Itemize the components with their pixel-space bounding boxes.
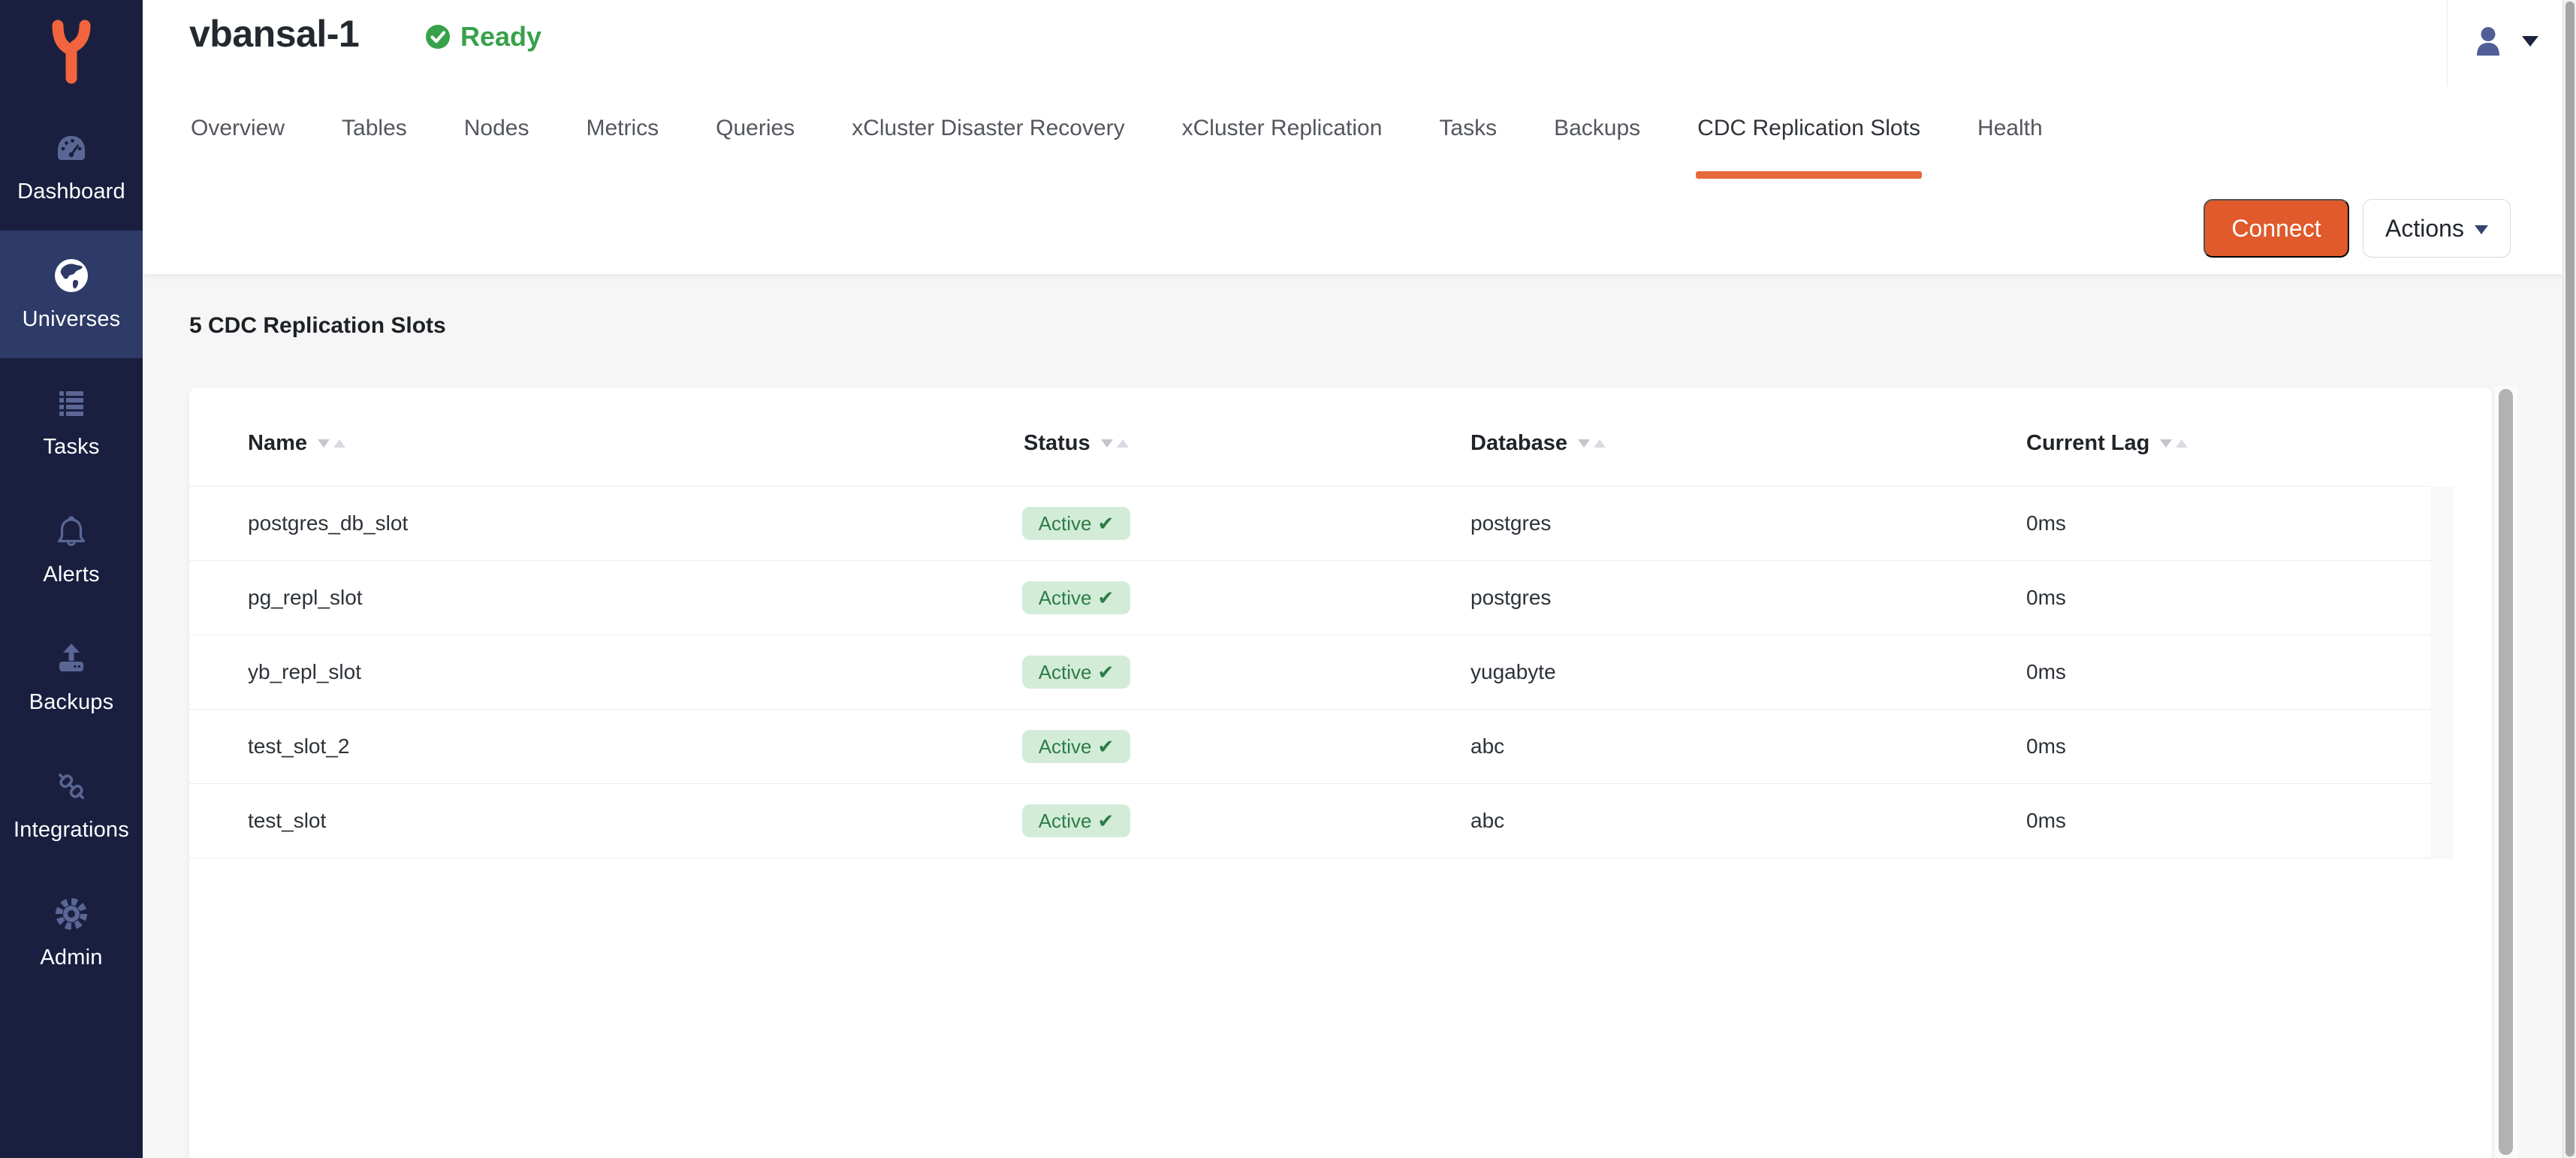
chevron-down-icon: [2475, 225, 2488, 234]
sidebar: Dashboard Universes Tasks: [0, 0, 143, 1158]
actions-button[interactable]: Actions: [2363, 199, 2511, 258]
status-badge-active: Active ✔: [1022, 656, 1130, 689]
actions-button-label: Actions: [2385, 215, 2464, 243]
sort-icon: [1101, 439, 1129, 448]
page-title: vbansal-1: [189, 12, 359, 56]
tab-queries[interactable]: Queries: [714, 111, 796, 179]
check-icon: ✔: [1098, 512, 1115, 535]
sidebar-item-label: Integrations: [14, 818, 129, 843]
check-circle-icon: [424, 23, 451, 50]
slot-name: yb_repl_slot: [248, 660, 361, 684]
sidebar-item-label: Admin: [40, 945, 102, 970]
slot-current-lag: 0ms: [2026, 809, 2066, 833]
column-header-status[interactable]: Status: [1024, 431, 1129, 456]
tab-bar: Overview Tables Nodes Metrics Queries xC…: [189, 111, 2044, 179]
task-list-icon: [53, 385, 89, 421]
sort-icon: [2160, 439, 2188, 448]
tab-health[interactable]: Health: [1976, 111, 2044, 179]
dashboard-gauge-icon: [53, 130, 89, 166]
content-area: 5 CDC Replication Slots Name Status Data…: [143, 274, 2562, 1158]
tab-xcluster-disaster-recovery[interactable]: xCluster Disaster Recovery: [850, 111, 1126, 179]
page-scrollbar-thumb[interactable]: [2565, 2, 2574, 1156]
status-badge: Ready: [424, 21, 541, 53]
content-scrollbar-thumb[interactable]: [2499, 389, 2513, 1155]
sidebar-item-admin[interactable]: Admin: [0, 869, 143, 997]
sidebar-item-label: Universes: [23, 307, 121, 332]
check-icon: ✔: [1098, 587, 1115, 610]
bell-icon: [53, 513, 89, 549]
sidebar-item-alerts[interactable]: Alerts: [0, 486, 143, 614]
tab-tables[interactable]: Tables: [340, 111, 409, 179]
sidebar-item-tasks[interactable]: Tasks: [0, 358, 143, 486]
status-badge-active: Active ✔: [1022, 581, 1130, 614]
plug-icon: [53, 768, 89, 804]
status-label: Ready: [460, 21, 541, 53]
tab-backups[interactable]: Backups: [1552, 111, 1642, 179]
user-avatar-icon: [2471, 24, 2505, 59]
tab-xcluster-replication[interactable]: xCluster Replication: [1181, 111, 1384, 179]
page-scrollbar: [2562, 0, 2576, 1158]
slot-database: abc: [1470, 734, 1504, 758]
gear-icon: [53, 896, 89, 932]
slot-database: yugabyte: [1470, 660, 1556, 684]
chevron-down-icon: [2522, 36, 2538, 47]
slot-current-lag: 0ms: [2026, 734, 2066, 758]
connect-button[interactable]: Connect: [2203, 199, 2349, 258]
table-row: test_slot_2 Active ✔ abc 0ms: [189, 710, 2431, 784]
universe-header: vbansal-1 Ready Overview Tables Nodes Me…: [143, 0, 2562, 274]
user-menu[interactable]: [2471, 15, 2553, 68]
content-scrollbar: [2495, 386, 2517, 1158]
slot-current-lag: 0ms: [2026, 660, 2066, 684]
main-area: vbansal-1 Ready Overview Tables Nodes Me…: [143, 0, 2562, 1158]
globe-icon: [53, 258, 89, 294]
table-row: test_slot Active ✔ abc 0ms: [189, 784, 2431, 858]
slot-database: postgres: [1470, 586, 1551, 610]
check-icon: ✔: [1098, 735, 1115, 758]
sidebar-item-universes[interactable]: Universes: [0, 231, 143, 358]
check-icon: ✔: [1098, 661, 1115, 684]
backup-upload-icon: [53, 641, 89, 677]
table-scrollbar-track: [2431, 487, 2454, 859]
slot-name: test_slot_2: [248, 734, 349, 758]
sidebar-item-label: Tasks: [43, 435, 99, 460]
slot-name: postgres_db_slot: [248, 511, 408, 535]
table-header-row: Name Status Database Current Lag: [189, 388, 2431, 487]
table-row: postgres_db_slot Active ✔ postgres 0ms: [189, 487, 2431, 561]
status-badge-active: Active ✔: [1022, 730, 1130, 763]
tab-tasks[interactable]: Tasks: [1437, 111, 1498, 179]
column-header-current-lag[interactable]: Current Lag: [2026, 431, 2188, 456]
yugabyte-y-icon: [47, 20, 96, 84]
column-header-database[interactable]: Database: [1470, 431, 1606, 456]
tab-nodes[interactable]: Nodes: [463, 111, 531, 179]
table-row: pg_repl_slot Active ✔ postgres 0ms: [189, 561, 2431, 635]
slot-database: postgres: [1470, 511, 1551, 535]
status-badge-active: Active ✔: [1022, 804, 1130, 837]
status-badge-active: Active ✔: [1022, 507, 1130, 540]
sidebar-item-backups[interactable]: Backups: [0, 614, 143, 741]
slot-current-lag: 0ms: [2026, 511, 2066, 535]
yugabyte-logo[interactable]: [0, 0, 143, 103]
slots-count-heading: 5 CDC Replication Slots: [189, 313, 446, 339]
sidebar-item-dashboard[interactable]: Dashboard: [0, 103, 143, 231]
sort-icon: [1578, 439, 1606, 448]
header-divider: [2447, 0, 2448, 86]
check-icon: ✔: [1098, 810, 1115, 833]
sidebar-item-label: Backups: [29, 690, 114, 715]
tab-metrics[interactable]: Metrics: [584, 111, 660, 179]
table-row: yb_repl_slot Active ✔ yugabyte 0ms: [189, 635, 2431, 710]
sidebar-item-integrations[interactable]: Integrations: [0, 741, 143, 869]
tab-overview[interactable]: Overview: [189, 111, 286, 179]
slot-current-lag: 0ms: [2026, 586, 2066, 610]
sort-icon: [318, 439, 345, 448]
slot-database: abc: [1470, 809, 1504, 833]
slots-table-card: Name Status Database Current Lag postgre: [189, 388, 2492, 1158]
sidebar-item-label: Dashboard: [17, 179, 125, 204]
column-header-name[interactable]: Name: [248, 431, 345, 456]
slot-name: test_slot: [248, 809, 326, 833]
tab-cdc-replication-slots[interactable]: CDC Replication Slots: [1696, 111, 1922, 179]
sidebar-item-label: Alerts: [43, 562, 99, 587]
slot-name: pg_repl_slot: [248, 586, 363, 610]
